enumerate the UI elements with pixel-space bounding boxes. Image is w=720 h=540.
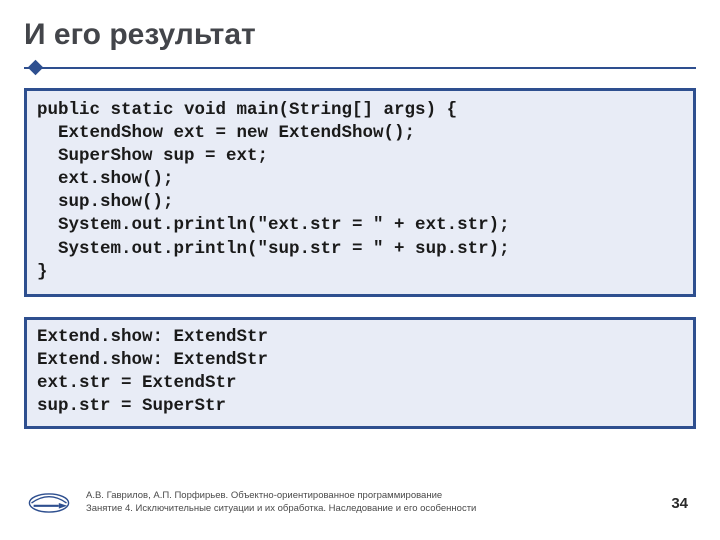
footer-line1: А.В. Гаврилов, А.П. Порфирьев. Объектно-… xyxy=(86,490,671,503)
output-block: Extend.show: ExtendStr Extend.show: Exte… xyxy=(24,317,696,429)
slide-title: И его результат xyxy=(24,18,696,52)
divider-line xyxy=(24,67,696,69)
footer-line2: Занятие 4. Исключительные ситуации и их … xyxy=(86,503,671,516)
page-number: 34 xyxy=(671,495,688,512)
output-text: Extend.show: ExtendStr Extend.show: Exte… xyxy=(37,326,683,418)
divider-diamond-icon xyxy=(28,60,44,76)
logo-icon xyxy=(28,488,70,518)
footer-text: А.В. Гаврилов, А.П. Порфирьев. Объектно-… xyxy=(86,490,671,516)
footer: А.В. Гаврилов, А.П. Порфирьев. Объектно-… xyxy=(0,482,720,524)
title-divider xyxy=(24,62,696,74)
code-block: public static void main(String[] args) {… xyxy=(24,88,696,297)
code-text: public static void main(String[] args) {… xyxy=(37,99,683,284)
slide: И его результат public static void main(… xyxy=(0,0,720,540)
